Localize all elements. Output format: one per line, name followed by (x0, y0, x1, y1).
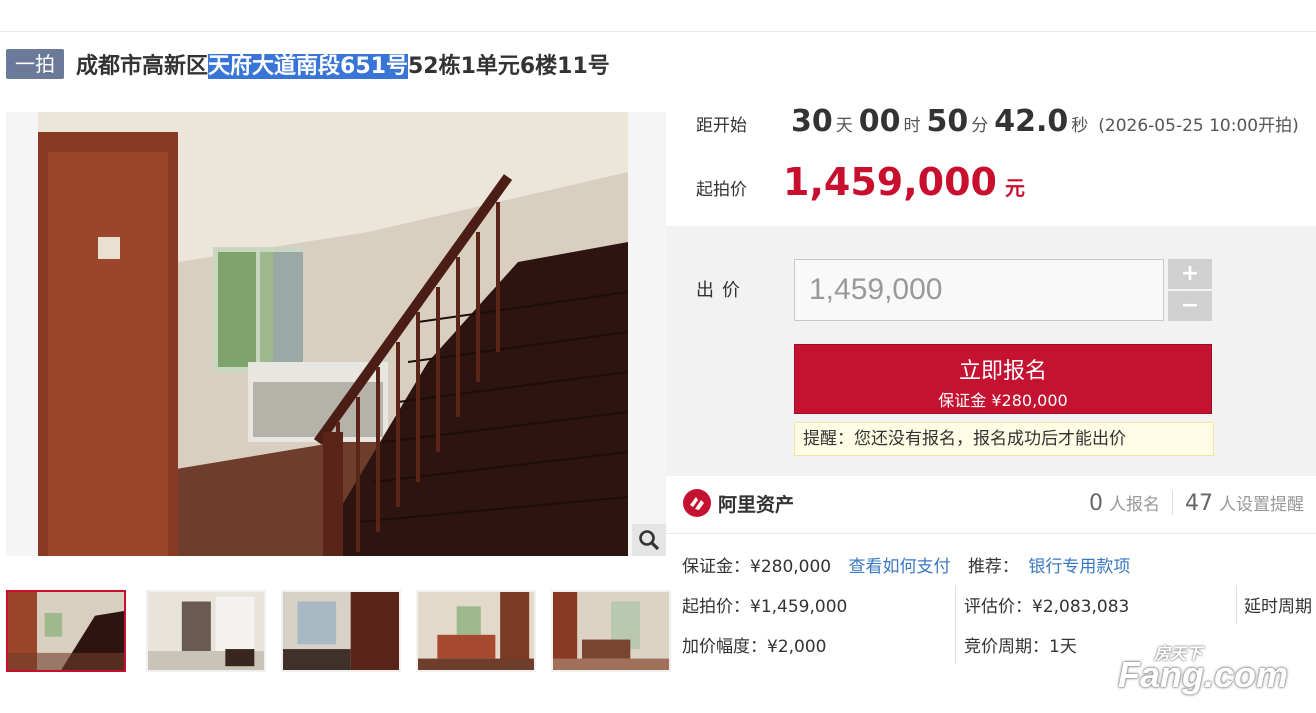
fang-watermark: 房天下 Fang.com (1118, 640, 1303, 700)
thumbnail-2[interactable] (146, 590, 266, 672)
start-price-label: 起拍价 (696, 180, 747, 200)
countdown-seconds-unit: 秒 (1071, 116, 1089, 136)
increase-bid-button[interactable]: + (1168, 259, 1212, 289)
start-price-unit: 元 (1004, 176, 1025, 200)
thumbnail-5-image (553, 592, 669, 670)
bid-increment: 加价幅度：¥2,000 (682, 637, 827, 657)
countdown-hours-unit: 时 (903, 116, 921, 136)
zoom-button[interactable] (632, 524, 666, 556)
platform-logo[interactable]: 阿里资产 (682, 488, 794, 518)
bidding-cycle: 竞价周期：1天 (964, 637, 1077, 657)
register-button-label: 立即报名 (958, 359, 1047, 384)
signups-count: 0 (1089, 491, 1103, 516)
start-price-value: 1,459,000 (783, 160, 997, 204)
countdown-hours: 00 (858, 104, 901, 139)
ali-asset-logo-icon (683, 489, 711, 517)
signups-label: 人报名 (1109, 495, 1160, 515)
platform-row: 阿里资产 0 人报名 47 人设置提醒 (666, 476, 1316, 534)
thumbnail-3[interactable] (281, 590, 401, 672)
how-to-pay-link[interactable]: 查看如何支付 (849, 557, 951, 577)
register-reminder: 提醒：您还没有报名，报名成功后才能出价 (794, 422, 1214, 456)
thumbnail-1[interactable] (6, 590, 126, 672)
thumbnail-4[interactable] (416, 590, 536, 672)
details-divider (955, 586, 956, 664)
countdown-minutes-unit: 分 (971, 116, 989, 136)
start-price-row: 起拍价 1,459,000 元 (696, 160, 1025, 204)
details-divider (1236, 586, 1237, 624)
start-price-detail: 起拍价：¥1,459,000 (682, 597, 848, 617)
bid-label: 出价 (696, 280, 748, 301)
deposit-row: 保证金：¥280,000 查看如何支付 推荐： 银行专用款项 (682, 552, 1130, 577)
countdown-seconds: 42.0 (994, 104, 1069, 139)
platform-name: 阿里资产 (718, 493, 795, 516)
magnifier-icon (639, 530, 660, 551)
recommend-label: 推荐： (967, 557, 1019, 577)
main-property-photo (38, 112, 628, 556)
delay-cycle: 延时周期 (1244, 597, 1312, 617)
page-title: 成都市高新区天府大道南段651号52栋1单元6楼11号 (76, 48, 610, 80)
title-prefix: 成都市高新区 (76, 54, 209, 79)
countdown-label: 距开始 (696, 116, 747, 136)
thumbnail-4-image (418, 592, 534, 670)
appraisal-price: 评估价：¥2,083,083 (964, 597, 1130, 617)
register-button-deposit: 保证金 ¥280,000 (938, 391, 1068, 410)
title-row: 一拍 成都市高新区天府大道南段651号52栋1单元6楼11号 (6, 47, 610, 81)
countdown-days: 30 (791, 104, 833, 139)
title-suffix: 52栋1单元6楼11号 (407, 54, 610, 79)
stats-divider (1172, 491, 1173, 515)
main-image-viewer[interactable] (6, 112, 666, 556)
thumbnail-3-image (283, 592, 399, 670)
reminders-count: 47 (1185, 491, 1213, 516)
deposit-amount: 保证金：¥280,000 (682, 557, 832, 577)
countdown: 距开始 30 天 00 时 50 分 42.0 秒 (2026-05-25 10… (696, 104, 1299, 144)
auction-stats: 0 人报名 47 人设置提醒 (1089, 490, 1304, 516)
reminders-label: 人设置提醒 (1219, 495, 1304, 515)
bid-amount-input[interactable]: 1,459,000 (794, 259, 1164, 321)
auction-round-badge: 一拍 (6, 49, 64, 79)
top-divider (0, 31, 1316, 32)
auction-start-time: (2026-05-25 10:00开拍) (1098, 116, 1299, 136)
thumbnail-strip (6, 590, 671, 672)
countdown-minutes: 50 (926, 104, 969, 139)
thumbnail-5[interactable] (551, 590, 671, 672)
watermark-main-text: Fang.com (1118, 654, 1289, 695)
decrease-bid-button[interactable]: − (1168, 291, 1212, 321)
thumbnail-1-image (8, 592, 124, 670)
thumbnail-2-image (148, 592, 264, 670)
register-now-button[interactable]: 立即报名 保证金 ¥280,000 (794, 344, 1212, 414)
bid-panel: 出价 1,459,000 + − 立即报名 保证金 ¥280,000 提醒：您还… (666, 226, 1316, 476)
bank-payment-link[interactable]: 银行专用款项 (1028, 557, 1130, 577)
bid-stepper: + − (1168, 259, 1212, 321)
title-highlighted-text: 天府大道南段651号 (208, 54, 408, 79)
countdown-days-unit: 天 (835, 116, 853, 136)
